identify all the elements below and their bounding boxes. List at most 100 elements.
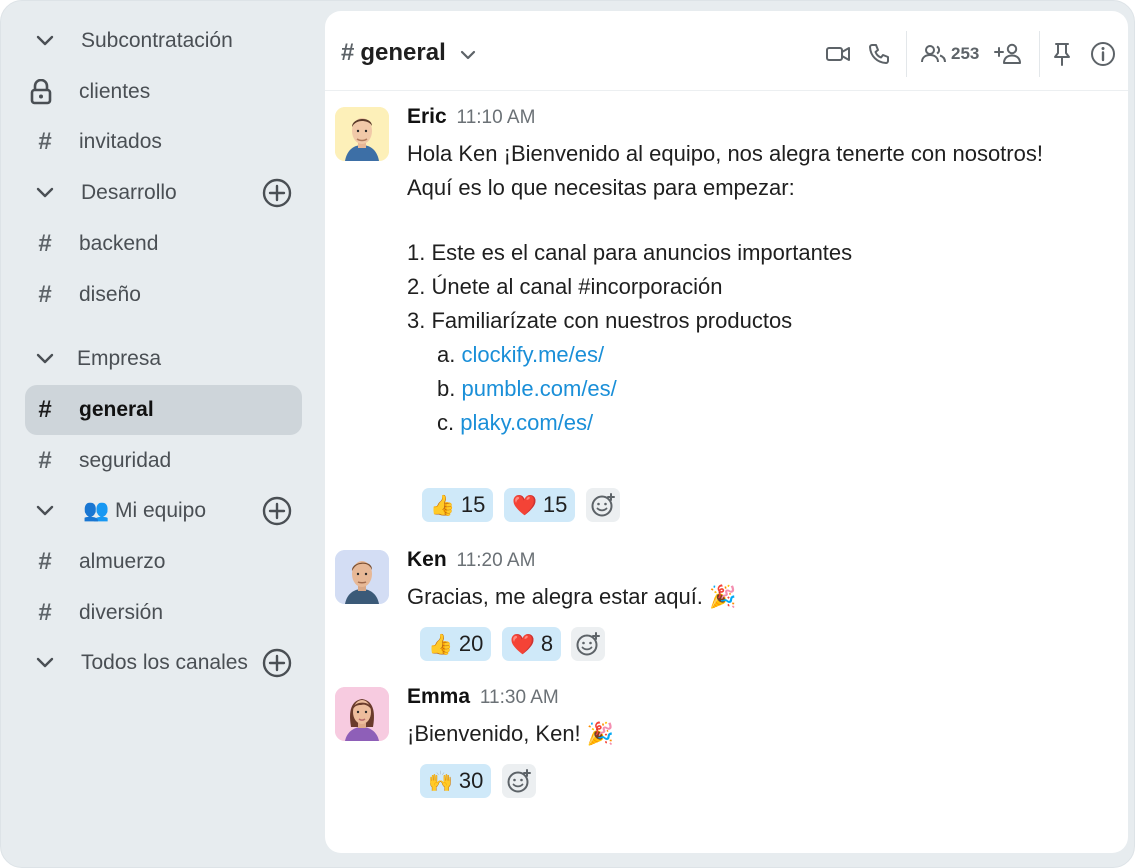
message-ken: Ken 11:20 AM Gracias, me alegra estar aq… xyxy=(335,548,1115,662)
author-name[interactable]: Emma xyxy=(407,685,470,708)
hash-icon: # xyxy=(38,128,52,155)
sidebar-item-clientes[interactable]: clientes xyxy=(25,67,302,117)
add-member-icon[interactable] xyxy=(993,41,1023,67)
sublist-item: c. plaky.com/es/ xyxy=(407,406,1107,440)
heart-icon: ❤️ xyxy=(510,633,535,656)
chevron-down-icon xyxy=(27,187,63,199)
add-reaction-icon[interactable] xyxy=(571,627,605,661)
sublist-item: b. pumble.com/es/ xyxy=(407,372,1107,406)
sidebar-item-diseno[interactable]: # diseño xyxy=(25,270,302,320)
message-line: Aquí es lo que necesitas para empezar: xyxy=(407,175,795,200)
sublist-prefix: b. xyxy=(437,376,456,401)
video-icon[interactable] xyxy=(825,41,851,67)
hash-icon: # xyxy=(341,39,355,66)
info-icon[interactable] xyxy=(1090,41,1116,67)
timestamp: 11:30 AM xyxy=(479,687,559,708)
section-subcontratacion[interactable]: Subcontratación xyxy=(25,16,302,66)
avatar[interactable] xyxy=(335,687,389,741)
message-body: ¡Bienvenido, Ken! 🎉 xyxy=(407,717,1107,751)
plus-circle-icon[interactable] xyxy=(262,648,292,678)
timestamp: 11:20 AM xyxy=(456,550,536,571)
member-count[interactable]: 253 xyxy=(951,44,979,64)
reaction-count: 8 xyxy=(540,631,554,656)
plus-circle-icon[interactable] xyxy=(262,178,292,208)
section-todos-los-canales[interactable]: Todos los canales xyxy=(25,638,302,688)
sidebar-item-seguridad[interactable]: # seguridad xyxy=(25,436,302,486)
product-link[interactable]: plaky.com/es/ xyxy=(460,410,593,435)
members-icon[interactable] xyxy=(919,41,949,67)
reaction-heart[interactable]: ❤️ 15 xyxy=(504,488,576,522)
sidebar-item-diversion[interactable]: # diversión xyxy=(25,588,302,638)
channel-label: diseño xyxy=(79,283,141,306)
sublist-prefix: a. xyxy=(437,342,456,367)
channel-header: # general 253 xyxy=(325,11,1128,91)
hash-icon: # xyxy=(38,599,52,626)
header-divider xyxy=(1039,31,1040,77)
section-label: Desarrollo xyxy=(81,181,177,204)
channel-label: backend xyxy=(79,232,159,255)
plus-circle-icon[interactable] xyxy=(262,496,292,526)
reaction-thumbs-up[interactable]: 👍 15 xyxy=(422,488,494,522)
header-divider xyxy=(906,31,907,77)
sublist-item: a. clockify.me/es/ xyxy=(407,338,1107,372)
pin-icon[interactable] xyxy=(1049,41,1075,67)
reaction-count: 30 xyxy=(458,768,484,793)
message-emma: Emma 11:30 AM ¡Bienvenido, Ken! 🎉 🙌 30 xyxy=(335,685,1115,799)
message-header: Emma 11:30 AM xyxy=(407,685,559,709)
section-empresa[interactable]: Empresa xyxy=(25,334,302,384)
channel-label: seguridad xyxy=(79,449,172,472)
channel-title: general xyxy=(360,39,446,66)
lock-icon xyxy=(30,79,66,105)
channel-label: clientes xyxy=(79,80,151,103)
hash-icon: # xyxy=(38,548,52,575)
add-reaction-icon[interactable] xyxy=(502,764,536,798)
section-desarrollo[interactable]: Desarrollo xyxy=(25,168,302,218)
message-header: Ken 11:20 AM xyxy=(407,548,535,572)
phone-icon[interactable] xyxy=(866,41,892,67)
section-mi-equipo[interactable]: 👥 Mi equipo xyxy=(25,486,302,536)
channel-label: general xyxy=(79,398,154,421)
chevron-down-icon xyxy=(27,35,63,47)
app-window: Subcontratación clientes # invitados Des… xyxy=(0,0,1135,868)
heart-icon: ❤️ xyxy=(512,494,537,517)
chevron-down-icon xyxy=(27,505,63,517)
chevron-down-icon xyxy=(27,657,63,669)
channel-title-button[interactable]: # general xyxy=(341,39,476,67)
product-link[interactable]: pumble.com/es/ xyxy=(461,376,616,401)
message-line: ¡Bienvenido, Ken! 🎉 xyxy=(407,721,615,746)
chevron-down-icon xyxy=(460,39,476,67)
reaction-thumbs-up[interactable]: 👍 20 xyxy=(420,627,492,661)
message-line: 1. Este es el canal para anuncios import… xyxy=(407,240,853,265)
thumbs-up-icon: 👍 xyxy=(430,494,455,517)
add-reaction-icon[interactable] xyxy=(586,488,620,522)
channel-view: # general 253 Eric 11:10 AM Hola Ken ¡Bi… xyxy=(325,11,1128,853)
author-name[interactable]: Eric xyxy=(407,105,447,128)
hash-icon: # xyxy=(38,230,52,257)
reaction-raised-hands[interactable]: 🙌 30 xyxy=(420,764,492,798)
product-link[interactable]: clockify.me/es/ xyxy=(461,342,604,367)
message-eric: Eric 11:10 AM Hola Ken ¡Bienvenido al eq… xyxy=(335,105,1115,527)
sidebar-item-general[interactable]: # general xyxy=(25,385,302,435)
sidebar-item-almuerzo[interactable]: # almuerzo xyxy=(25,537,302,587)
section-label: Todos los canales xyxy=(81,651,248,674)
reaction-count: 20 xyxy=(458,631,484,656)
channel-label: invitados xyxy=(79,130,162,153)
timestamp: 11:10 AM xyxy=(456,107,536,128)
reaction-count: 15 xyxy=(460,492,486,517)
sidebar-item-invitados[interactable]: # invitados xyxy=(25,117,302,167)
message-body: Gracias, me alegra estar aquí. 🎉 xyxy=(407,580,1107,614)
reaction-heart[interactable]: ❤️ 8 xyxy=(502,627,562,661)
section-label: Empresa xyxy=(77,347,162,370)
sidebar: Subcontratación clientes # invitados Des… xyxy=(1,1,323,867)
avatar[interactable] xyxy=(335,550,389,604)
sidebar-item-backend[interactable]: # backend xyxy=(25,219,302,269)
message-line: 3. Familiarízate con nuestros productos xyxy=(407,308,793,333)
section-label: 👥 Mi equipo xyxy=(83,499,207,522)
thumbs-up-icon: 👍 xyxy=(428,633,453,656)
message-header: Eric 11:10 AM xyxy=(407,105,535,129)
message-line: Hola Ken ¡Bienvenido al equipo, nos aleg… xyxy=(407,141,1043,166)
avatar[interactable] xyxy=(335,107,389,161)
channel-label: almuerzo xyxy=(79,550,166,573)
author-name[interactable]: Ken xyxy=(407,548,447,571)
